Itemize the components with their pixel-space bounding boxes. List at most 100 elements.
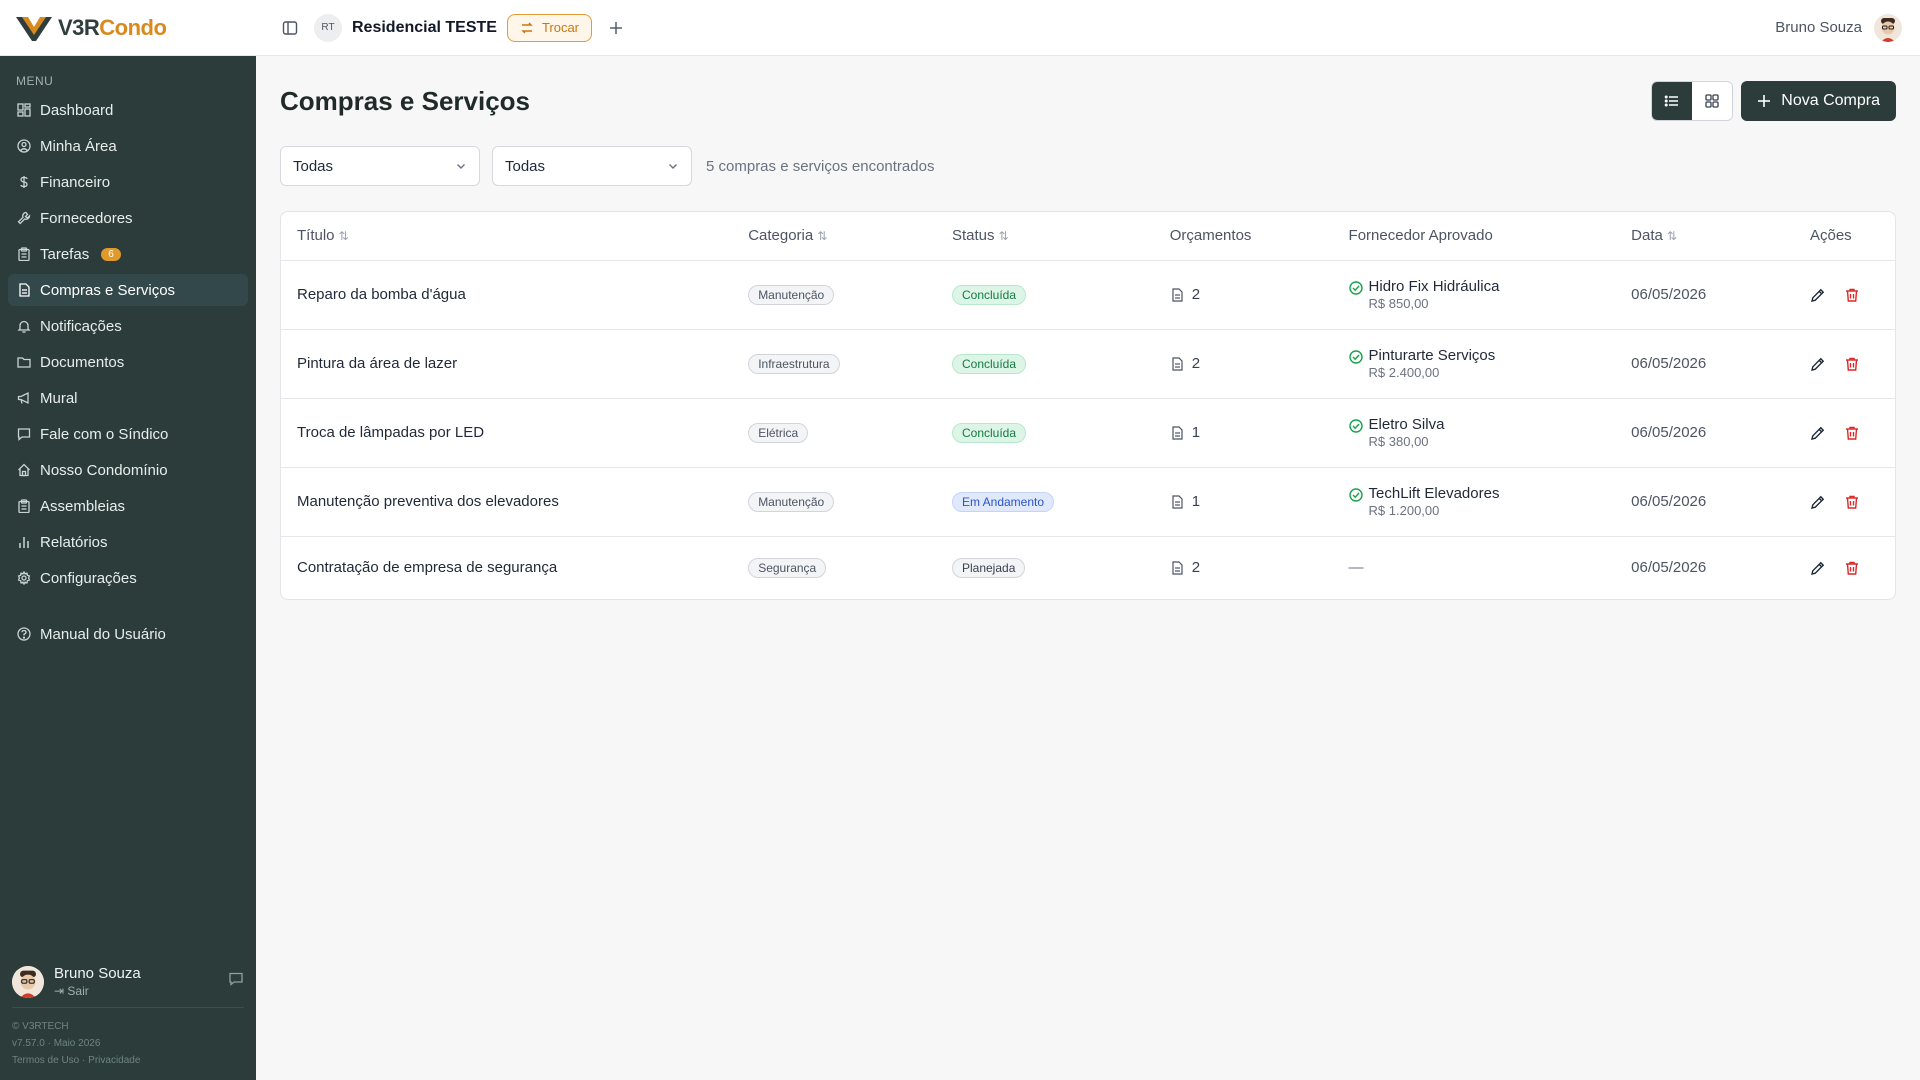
sidebar-toggle-button[interactable] — [276, 14, 304, 42]
check-circle-icon — [1348, 419, 1363, 433]
delete-icon[interactable] — [1844, 425, 1860, 441]
edit-icon[interactable] — [1810, 560, 1826, 576]
table-row[interactable]: Reparo da bomba d'água Manutenção Conclu… — [281, 260, 1895, 330]
sidebar-chat-button[interactable] — [228, 971, 244, 992]
no-supplier-placeholder: — — [1348, 559, 1364, 577]
category-badge: Elétrica — [748, 422, 809, 443]
grid-view-button[interactable] — [1692, 82, 1733, 120]
logout-link[interactable]: ⇥ Sair — [54, 984, 141, 998]
plus-icon — [1758, 95, 1771, 107]
bar-chart-icon — [16, 534, 32, 550]
logo-mark-icon — [16, 16, 52, 41]
edit-icon[interactable] — [1810, 425, 1826, 441]
header-user-avatar[interactable] — [1874, 13, 1902, 42]
sidebar-item-nosso-condominio[interactable]: Nosso Condomínio — [8, 454, 248, 486]
status-badge: Planejada — [951, 557, 1026, 578]
supplier-amount: R$ 2.400,00 — [1368, 365, 1440, 380]
sidebar-user-panel: Bruno Souza ⇥ Sair — [0, 956, 256, 1008]
sidebar-item-minha-area[interactable]: Minha Área — [8, 130, 248, 162]
row-title: Reparo da bomba d'água — [281, 260, 733, 330]
switch-condo-button[interactable]: Trocar — [506, 13, 593, 42]
col-data[interactable]: Data ⇅ — [1615, 212, 1794, 261]
help-circle-icon — [16, 626, 32, 642]
table-row[interactable]: Manutenção preventiva dos elevadores Man… — [281, 467, 1895, 537]
category-badge: Manutenção — [748, 491, 835, 512]
row-date: 06/05/2026 — [1615, 467, 1794, 537]
col-categoria[interactable]: Categoria ⇅ — [732, 212, 936, 261]
supplier-name: TechLift Elevadores — [1368, 485, 1500, 502]
table-row[interactable]: Contratação de empresa de segurança Segu… — [281, 536, 1895, 599]
delete-icon[interactable] — [1844, 287, 1860, 303]
delete-icon[interactable] — [1844, 356, 1860, 372]
sidebar-item-financeiro[interactable]: Financeiro — [8, 166, 248, 198]
condo-avatar: RT — [314, 13, 342, 42]
header-user-name[interactable]: Bruno Souza — [1775, 19, 1862, 36]
quotes-count: 2 — [1191, 286, 1201, 303]
message-icon — [229, 972, 243, 986]
table-row[interactable]: Pintura da área de lazer Infraestrutura … — [281, 329, 1895, 399]
delete-icon[interactable] — [1844, 494, 1860, 510]
supplier-name: Hidro Fix Hidráulica — [1368, 278, 1500, 295]
terms-link[interactable]: Termos de Uso — [12, 1055, 79, 1066]
chevron-down-icon — [457, 164, 465, 169]
edit-icon[interactable] — [1810, 356, 1826, 372]
add-condo-button[interactable] — [602, 14, 630, 42]
sidebar-item-fornecedores[interactable]: Fornecedores — [8, 202, 248, 234]
document-icon — [1172, 425, 1183, 440]
row-date: 06/05/2026 — [1615, 260, 1794, 330]
edit-icon[interactable] — [1810, 494, 1826, 510]
logout-icon: ⇥ — [54, 984, 68, 998]
supplier-name: Eletro Silva — [1368, 416, 1445, 433]
status-badge: Concluída — [951, 284, 1027, 305]
purchases-table: Título ⇅ Categoria ⇅ Status ⇅ Orçamentos Fo… — [280, 211, 1896, 600]
sidebar-item-fale-sindico[interactable]: Fale com o Síndico — [8, 418, 248, 450]
sidebar-item-dashboard[interactable]: Dashboard — [8, 94, 248, 126]
document-icon — [1172, 494, 1183, 509]
view-toggle — [1651, 81, 1734, 121]
col-fornecedor: Fornecedor Aprovado — [1332, 212, 1616, 261]
chevron-down-icon — [669, 164, 677, 169]
dollar-icon — [16, 174, 32, 190]
status-filter-select[interactable]: Todas — [492, 146, 692, 186]
logo[interactable]: V3RCondo — [0, 0, 256, 56]
row-title: Contratação de empresa de segurança — [297, 559, 558, 577]
category-filter-select[interactable]: Todas — [280, 146, 480, 186]
table-row[interactable]: Troca de lâmpadas por LED Elétrica Concl… — [281, 398, 1895, 468]
sidebar-item-documentos[interactable]: Documentos — [8, 346, 248, 378]
col-acoes: Ações — [1793, 212, 1895, 261]
page-title: Compras e Serviços — [280, 85, 531, 116]
sort-icon: ⇅ — [817, 229, 828, 244]
col-titulo[interactable]: Título ⇅ — [281, 212, 733, 261]
sidebar-item-manual[interactable]: Manual do Usuário — [8, 618, 248, 650]
sidebar-item-notificacoes[interactable]: Notificações — [8, 310, 248, 342]
edit-icon[interactable] — [1810, 287, 1826, 303]
supplier-amount: R$ 1.200,00 — [1368, 503, 1440, 518]
privacy-link[interactable]: Privacidade — [88, 1055, 140, 1066]
new-purchase-button[interactable]: Nova Compra — [1741, 81, 1896, 121]
sidebar-item-compras-servicos[interactable]: Compras e Serviços — [8, 274, 248, 306]
table-header-row: Título ⇅ Categoria ⇅ Status ⇅ Orçamentos Fo… — [281, 212, 1895, 261]
quotes-count: 2 — [1191, 355, 1201, 372]
check-circle-icon — [1348, 281, 1363, 295]
clipboard-icon — [16, 498, 32, 514]
sidebar-item-mural[interactable]: Mural — [8, 382, 248, 414]
quotes-count: 2 — [1191, 559, 1201, 577]
col-status[interactable]: Status ⇅ — [935, 212, 1154, 261]
sidebar-item-tarefas[interactable]: Tarefas 6 — [8, 238, 248, 270]
menu-label: MENU — [16, 74, 54, 88]
sidebar-user-avatar[interactable] — [12, 965, 44, 998]
document-icon — [1172, 561, 1183, 575]
supplier-amount: R$ 380,00 — [1368, 434, 1429, 449]
sidebar-item-assembleias[interactable]: Assembleias — [8, 490, 248, 522]
dashboard-icon — [16, 102, 32, 118]
delete-icon[interactable] — [1844, 560, 1860, 576]
wrench-icon — [16, 210, 32, 226]
quotes-count: 1 — [1191, 424, 1201, 441]
megaphone-icon — [16, 390, 32, 406]
list-view-button[interactable] — [1652, 82, 1693, 120]
sidebar-toggle-icon — [282, 20, 298, 35]
sidebar-item-relatorios[interactable]: Relatórios — [8, 526, 248, 558]
sidebar-item-configuracoes[interactable]: Configurações — [8, 562, 248, 594]
check-circle-icon — [1348, 350, 1363, 364]
sort-icon: ⇅ — [998, 229, 1009, 244]
